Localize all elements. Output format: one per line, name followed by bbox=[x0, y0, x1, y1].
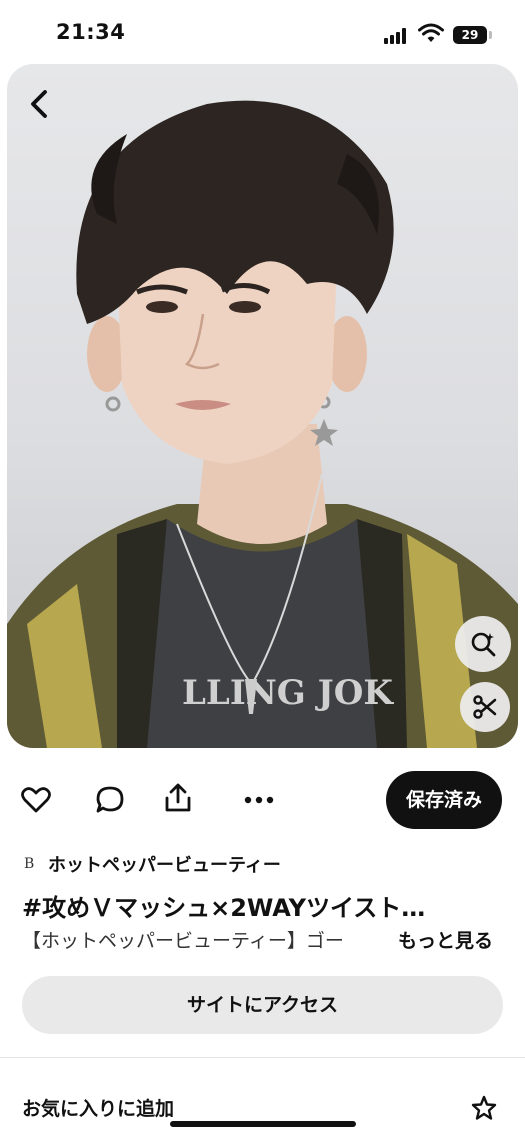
source-name[interactable]: ホットペッパービューティー bbox=[48, 851, 281, 877]
pin-description-row: 【ホットペッパービューティー】ゴー もっと見る bbox=[22, 926, 506, 956]
status-bar: 21:34 29 bbox=[0, 0, 525, 64]
pin-title: #攻めＶマッシュ×2WAYツイスト… bbox=[22, 894, 426, 922]
add-to-favorites-label[interactable]: お気に入りに追加 bbox=[22, 1094, 174, 1121]
pin-image[interactable]: LLING JOK bbox=[7, 64, 518, 748]
battery-cap bbox=[489, 31, 492, 39]
battery-level: 29 bbox=[461, 28, 479, 42]
share-icon[interactable] bbox=[162, 782, 194, 814]
visual-search-button[interactable] bbox=[455, 616, 511, 672]
status-time: 21:34 bbox=[56, 20, 126, 44]
svg-text:LLING JOK: LLING JOK bbox=[182, 673, 394, 713]
back-arrow-icon[interactable] bbox=[22, 86, 58, 122]
show-more-link[interactable]: もっと見る bbox=[398, 926, 493, 953]
cellular-signal-icon bbox=[384, 28, 410, 44]
home-indicator bbox=[170, 1121, 356, 1127]
heart-icon[interactable] bbox=[20, 784, 52, 816]
wifi-icon bbox=[418, 23, 444, 42]
more-icon[interactable] bbox=[243, 784, 275, 816]
visit-site-button[interactable]: サイトにアクセス bbox=[22, 976, 503, 1034]
battery-icon: 29 bbox=[453, 26, 487, 44]
portrait-photo: LLING JOK bbox=[7, 100, 518, 748]
cut-out-button[interactable] bbox=[460, 682, 510, 732]
comment-icon[interactable] bbox=[94, 784, 126, 816]
saved-button[interactable]: 保存済み bbox=[386, 771, 502, 829]
scissors-icon bbox=[473, 695, 497, 719]
visual-search-icon bbox=[471, 632, 496, 657]
pin-description: 【ホットペッパービューティー】ゴー bbox=[22, 930, 344, 952]
source-logo: B bbox=[24, 856, 35, 872]
divider bbox=[0, 1057, 525, 1058]
star-icon[interactable] bbox=[470, 1094, 498, 1122]
pin-source[interactable]: B ホットペッパービューティー bbox=[24, 852, 281, 876]
